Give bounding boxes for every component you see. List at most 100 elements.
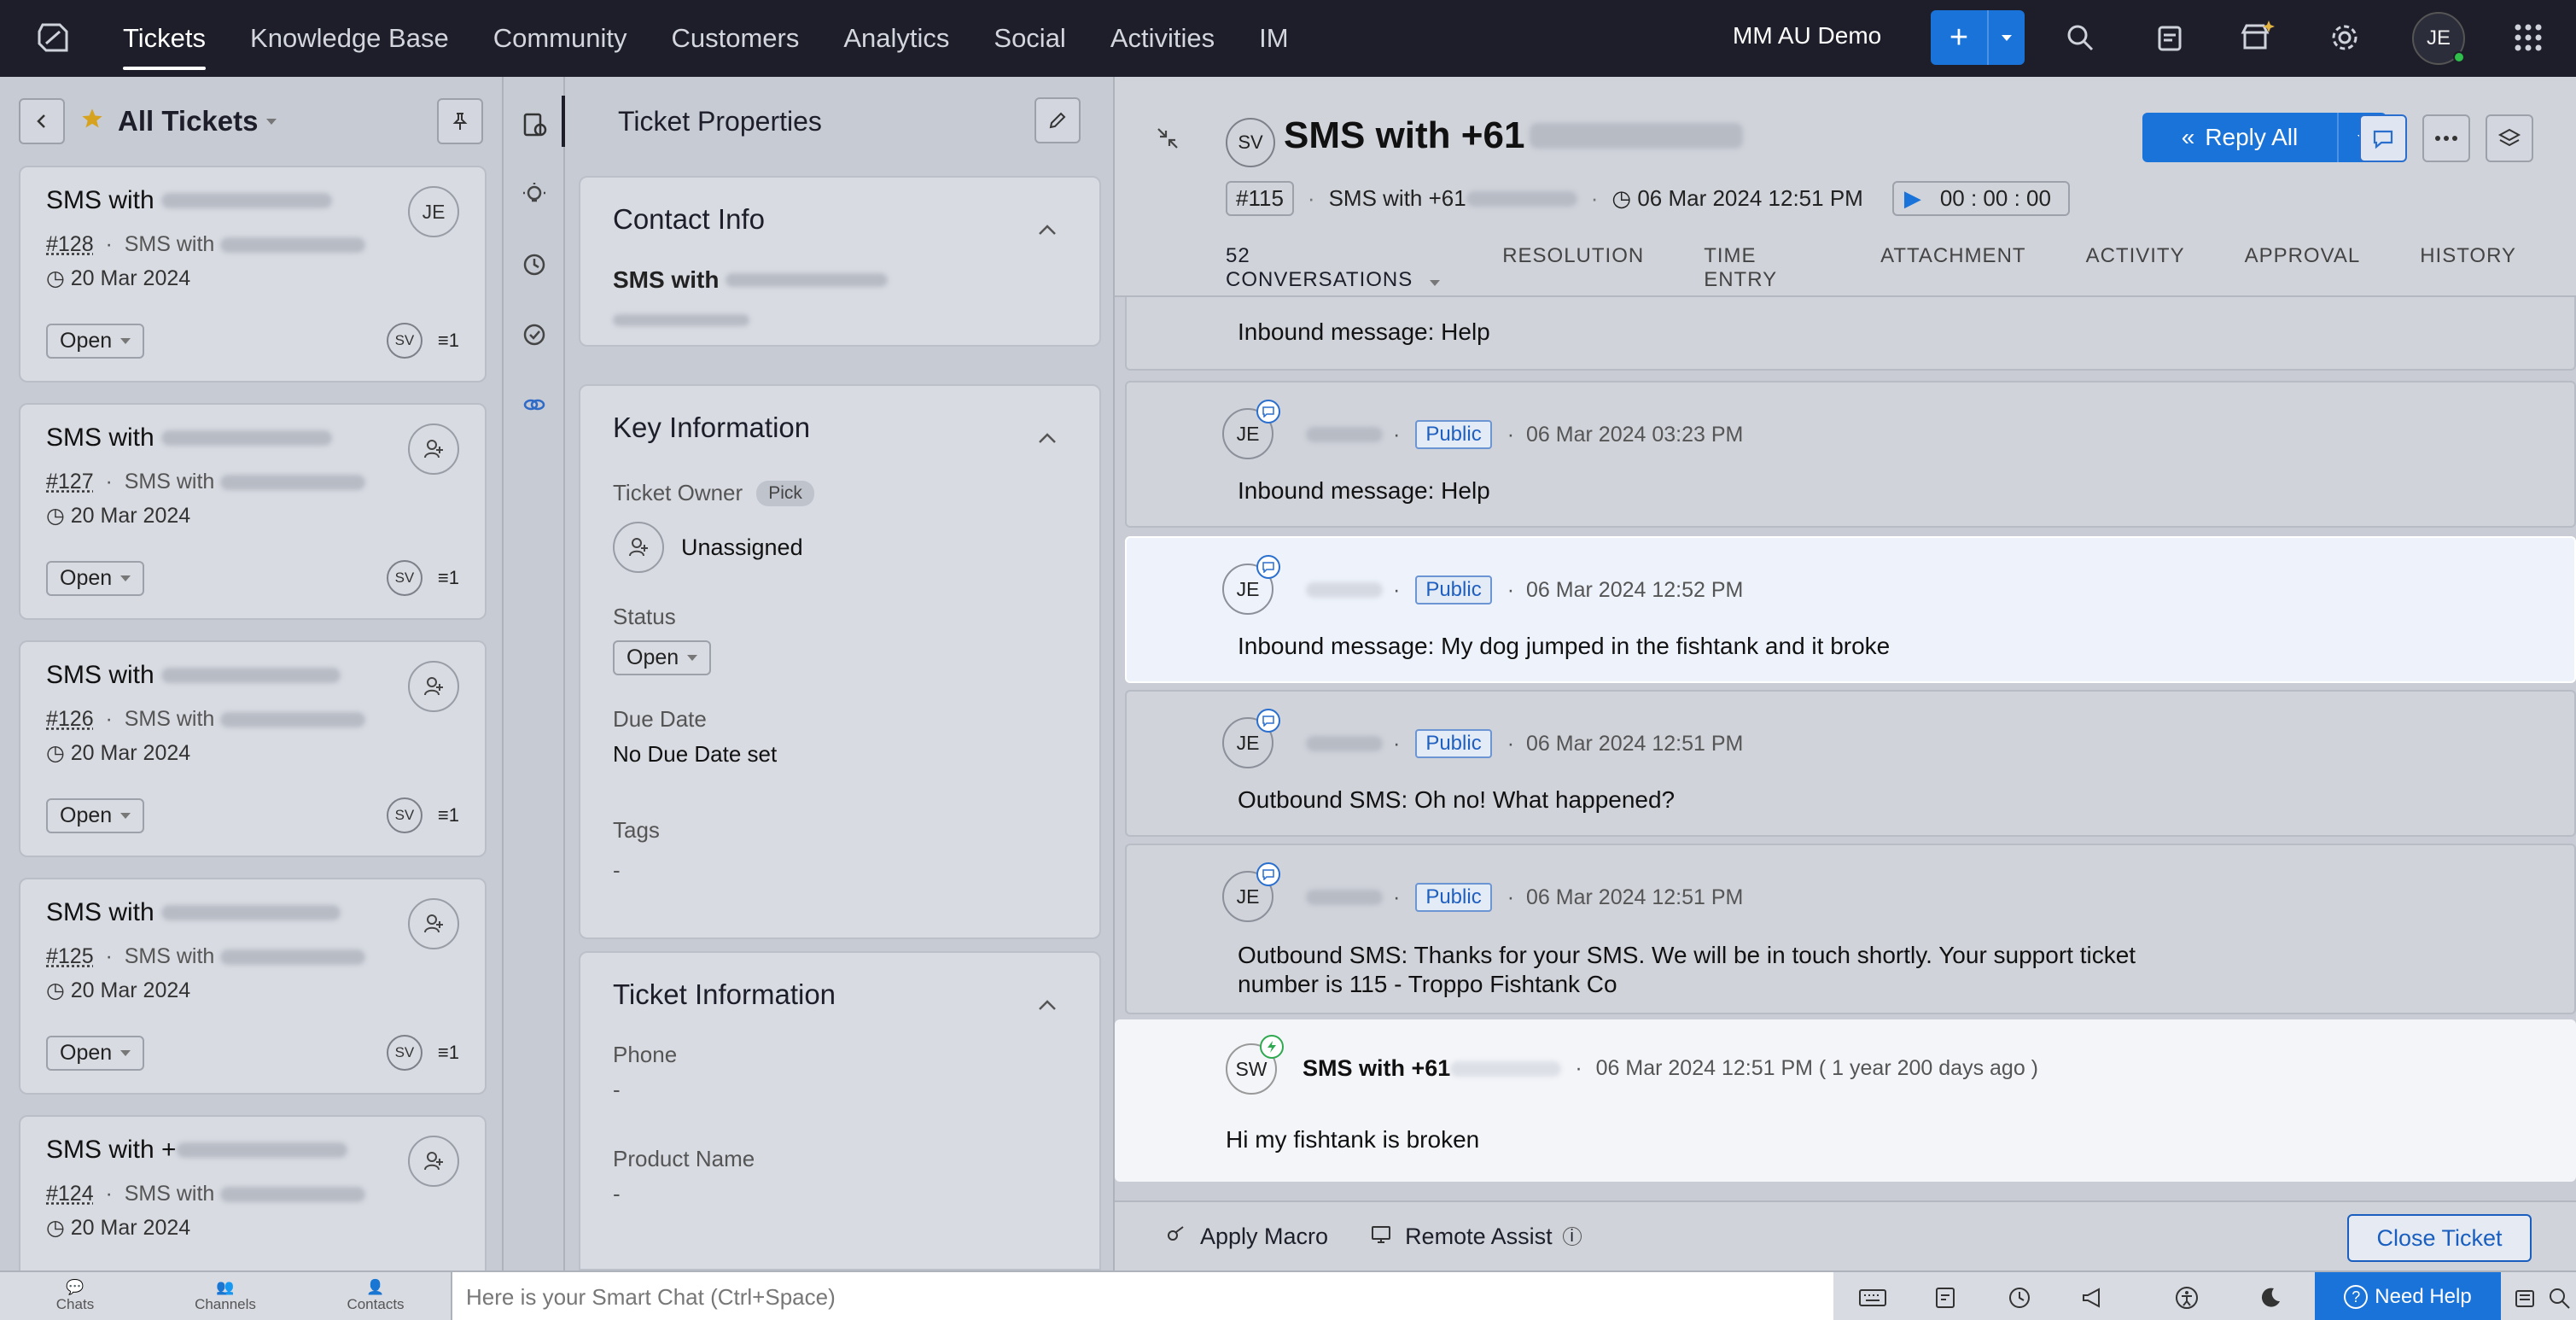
key-information-heading[interactable]: Key Information (613, 412, 1067, 444)
view-title[interactable]: All Tickets (118, 105, 258, 137)
nav-community[interactable]: Community (493, 0, 627, 77)
history-icon[interactable] (516, 246, 553, 283)
ticket-number[interactable]: #115 (1226, 181, 1294, 216)
agent-avatar[interactable]: JE (1222, 709, 1280, 768)
due-date-value[interactable]: No Due Date set (613, 741, 1067, 768)
agent-avatar[interactable]: SV (386, 560, 423, 596)
conversation-item[interactable]: JE · Public · 06 Mar 2024 12:52 PM Inbound … (1125, 536, 2576, 683)
layers-icon[interactable] (2486, 114, 2533, 162)
remote-assist-button[interactable]: Remote Assist i (1371, 1224, 1582, 1250)
chevron-down-icon[interactable] (1989, 10, 2025, 65)
pick-owner-button[interactable]: Pick (756, 480, 814, 506)
owner-avatar[interactable]: JE (408, 186, 459, 237)
agent-avatar[interactable]: SV (386, 797, 423, 833)
ticket-card[interactable]: SMS with + #124 · SMS with ◷ 20 Mar 2024 (19, 1115, 487, 1274)
ticket-number[interactable]: #127 (46, 470, 94, 494)
nav-knowledge-base[interactable]: Knowledge Base (250, 0, 449, 77)
ticket-card[interactable]: SMS with #128 · SMS with ◷ 20 Mar 2024 J… (19, 166, 487, 383)
ticket-card[interactable]: SMS with #126 · SMS with ◷ 20 Mar 2024 O… (19, 640, 487, 857)
megaphone-icon[interactable] (2074, 1279, 2112, 1317)
agent-avatar[interactable]: JE (1222, 400, 1280, 459)
ticket-number[interactable]: #125 (46, 944, 94, 969)
check-circle-icon[interactable] (516, 316, 553, 353)
clock-icon[interactable] (2001, 1279, 2038, 1317)
conversation-item[interactable]: Inbound message: Help (1125, 297, 2576, 371)
agent-avatar[interactable]: JE (1222, 555, 1280, 615)
ticket-card[interactable]: SMS with #127 · SMS with ◷ 20 Mar 2024 O… (19, 403, 487, 620)
user-avatar[interactable]: JE (2412, 12, 2465, 65)
play-icon[interactable]: ▶ (1904, 185, 1921, 212)
agent-avatar[interactable]: SV (386, 1035, 423, 1071)
ticket-number[interactable]: #128 (46, 232, 94, 257)
apply-macro-button[interactable]: Apply Macro (1166, 1224, 1328, 1250)
back-button[interactable] (19, 98, 65, 144)
contact-name[interactable]: SMS with (613, 266, 1067, 294)
accessibility-icon[interactable] (2168, 1279, 2206, 1317)
ticket-number[interactable]: #124 (46, 1182, 94, 1206)
reply-all-button[interactable]: « Reply All (2142, 113, 2387, 162)
view-dropdown-icon[interactable] (266, 118, 277, 125)
collapse-arrows-icon[interactable] (1156, 126, 1180, 156)
status-dropdown[interactable]: Open (46, 560, 145, 596)
ticket-card[interactable]: SMS with #125 · SMS with ◷ 20 Mar 2024 O… (19, 878, 487, 1095)
chevron-up-icon[interactable] (1038, 423, 1057, 450)
app-logo-icon[interactable] (27, 13, 79, 64)
more-options-icon[interactable] (2422, 114, 2470, 162)
product-name-value[interactable]: - (613, 1181, 1067, 1207)
notes-icon[interactable] (2151, 19, 2188, 56)
assign-agent-icon[interactable] (408, 1136, 459, 1187)
smart-chat-input[interactable]: Here is your Smart Chat (Ctrl+Space) (451, 1272, 1833, 1320)
sender-avatar[interactable]: SW (1226, 1035, 1284, 1095)
ticket-owner-field[interactable]: Unassigned (613, 522, 1067, 573)
search-icon[interactable] (2061, 19, 2099, 56)
search-icon[interactable] (2540, 1279, 2576, 1317)
need-help-button[interactable]: ? Need Help (2315, 1272, 2501, 1320)
conversation-item[interactable]: JE · Public · 06 Mar 2024 12:51 PM Outbound… (1125, 844, 2576, 1014)
edit-pencil-icon[interactable] (1034, 97, 1081, 143)
keyboard-icon[interactable] (1854, 1279, 1891, 1317)
channels-button[interactable]: 👥 Channels (150, 1271, 300, 1320)
agent-avatar[interactable]: SV (386, 323, 423, 359)
app-grid-icon[interactable] (2509, 19, 2547, 56)
nav-activities[interactable]: Activities (1110, 0, 1215, 77)
close-ticket-button[interactable]: Close Ticket (2347, 1214, 2532, 1262)
chevron-up-icon[interactable] (1038, 215, 1057, 242)
dark-mode-moon-icon[interactable] (2252, 1279, 2289, 1317)
time-tracker[interactable]: ▶ 00 : 00 : 00 (1891, 181, 2070, 216)
ticket-properties-icon[interactable] (516, 106, 553, 143)
marketplace-icon[interactable] (2238, 19, 2276, 56)
nav-analytics[interactable]: Analytics (843, 0, 949, 77)
chevron-up-icon[interactable] (1038, 990, 1057, 1017)
favorite-star-icon[interactable] (80, 107, 104, 137)
nav-customers[interactable]: Customers (671, 0, 799, 77)
tags-value[interactable]: - (613, 857, 1067, 884)
assign-agent-icon[interactable] (408, 661, 459, 712)
status-dropdown[interactable]: Open (46, 323, 145, 359)
org-selector[interactable]: MM AU Demo (1733, 22, 1881, 50)
notification-icon[interactable] (2506, 1279, 2544, 1317)
status-dropdown[interactable]: Open (46, 1035, 145, 1071)
contacts-button[interactable]: 👤 Contacts (300, 1271, 451, 1320)
conversation-item[interactable]: JE · Public · 06 Mar 2024 12:51 PM Outbound… (1125, 690, 2576, 837)
lightbulb-icon[interactable] (516, 176, 553, 213)
nav-social[interactable]: Social (994, 0, 1065, 77)
contact-info-heading[interactable]: Contact Info (613, 203, 1067, 236)
status-dropdown[interactable]: Open (46, 797, 145, 833)
plus-icon[interactable]: + (1931, 10, 1989, 65)
chats-button[interactable]: 💬 Chats (0, 1271, 150, 1320)
nav-tickets[interactable]: Tickets (123, 0, 207, 77)
comment-icon[interactable] (2359, 114, 2407, 162)
status-dropdown[interactable]: Open (613, 640, 712, 675)
agent-avatar[interactable]: JE (1222, 862, 1280, 922)
sender-avatar[interactable]: SV (1226, 118, 1275, 167)
conversation-item[interactable]: JE · Public · 06 Mar 2024 03:23 PM Inbound … (1125, 381, 2576, 528)
phone-value[interactable]: - (613, 1077, 1067, 1103)
settings-gear-icon[interactable] (2326, 19, 2363, 56)
conversation-item[interactable]: SW SMS with +61 · 06 Mar 2024 12:51 PM ( 1… (1115, 1019, 2576, 1182)
pin-button[interactable] (437, 98, 483, 144)
assign-agent-icon[interactable] (408, 423, 459, 475)
ticket-number[interactable]: #126 (46, 707, 94, 732)
ticket-information-heading[interactable]: Ticket Information (613, 978, 1067, 1011)
info-icon[interactable]: i (1562, 1227, 1582, 1246)
new-item-button[interactable]: + (1931, 10, 2025, 65)
